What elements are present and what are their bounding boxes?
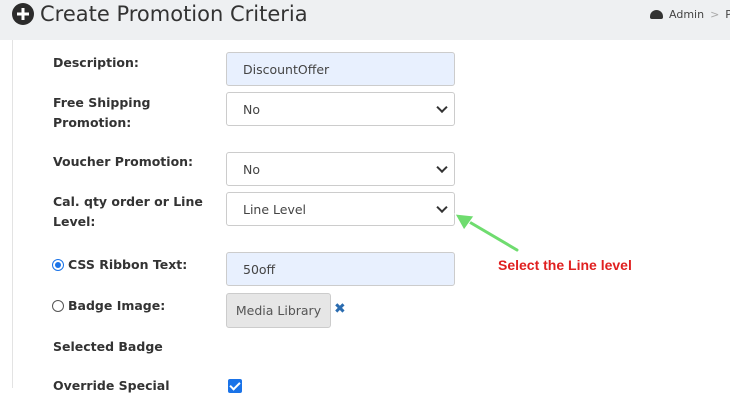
annotation-arrow: [454, 213, 520, 253]
annotation-callout: Select the Line level: [498, 257, 632, 273]
arrow-icon: [454, 213, 520, 253]
